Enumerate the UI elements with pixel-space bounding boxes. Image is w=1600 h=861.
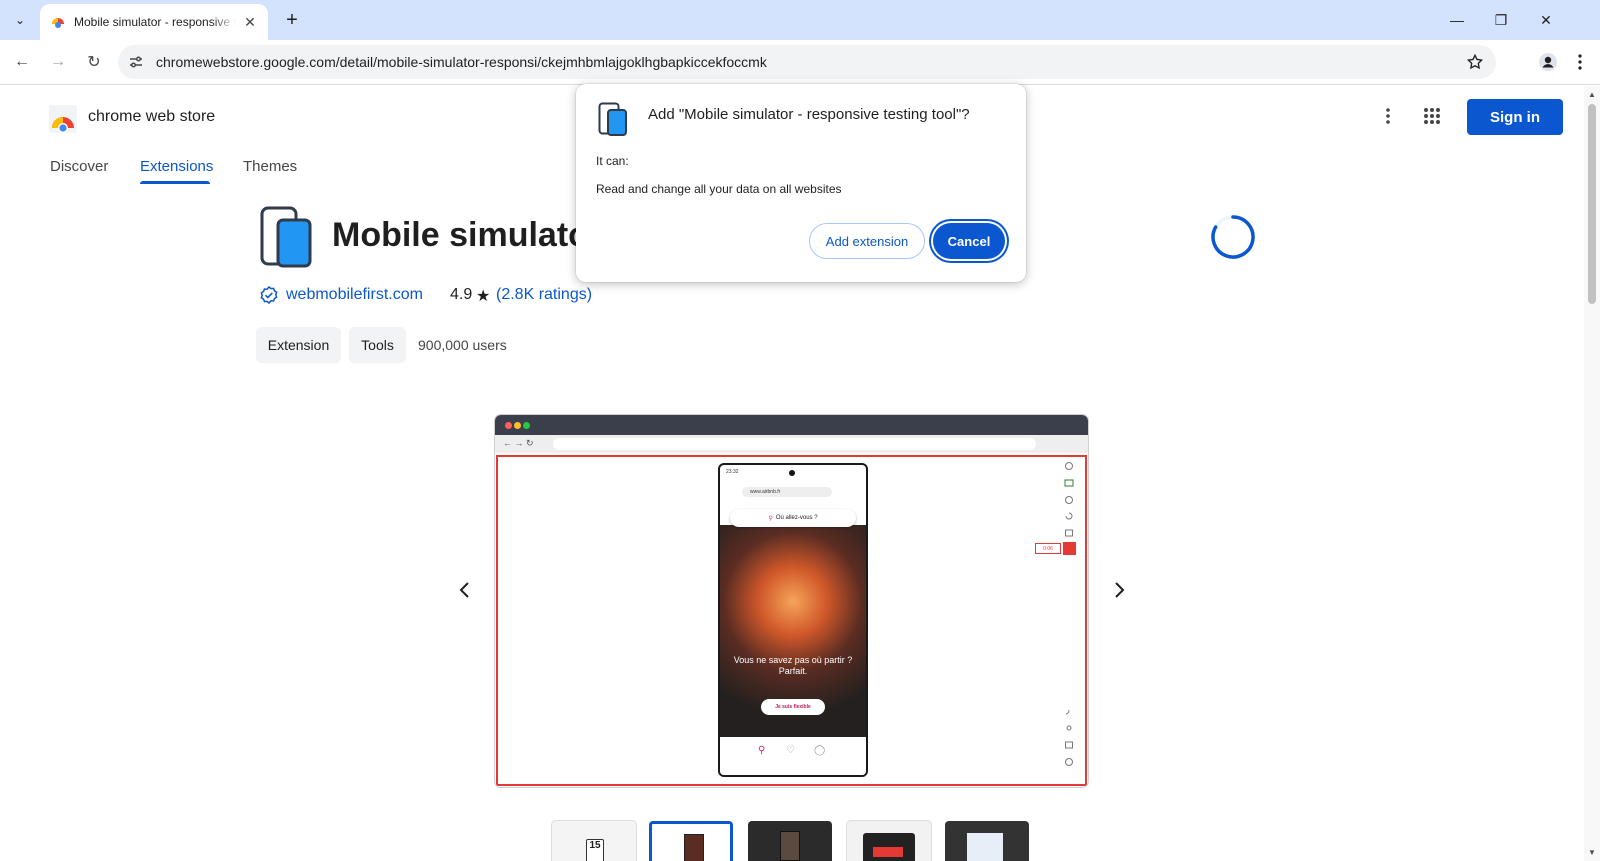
extension-logo-icon: [260, 206, 312, 268]
tab-title: Mobile simulator - responsive testing to…: [74, 15, 236, 29]
store-name[interactable]: chrome web store: [88, 108, 215, 126]
phone-mockup: 23:32 www.airbnb.fr ⚲ Où allez-vous ? Vo…: [718, 463, 868, 777]
chrome-web-store-logo-icon[interactable]: [48, 104, 78, 134]
tab-strip: ⌄ Mobile simulator - responsive testing …: [0, 0, 1600, 40]
phone-search-bar: ⚲ Où allez-vous ?: [730, 509, 856, 527]
publisher-link[interactable]: webmobilefirst.com: [286, 286, 423, 304]
thumbnail-2-phone: [684, 834, 704, 861]
phone-headline: Vous ne savez pas où partir ? Parfait.: [733, 655, 853, 676]
thumbnail-2[interactable]: [649, 821, 733, 861]
thumbnail-5-page: [967, 833, 1003, 861]
tab-search-chevron-icon[interactable]: ⌄: [8, 8, 32, 32]
phone-tabbar: ⚲ ♡ ◯: [720, 737, 866, 775]
url-text: chromewebstore.google.com/detail/mobile-…: [156, 54, 767, 70]
dialog-extension-icon: [598, 102, 627, 136]
tab-discover[interactable]: Discover: [50, 158, 108, 175]
phone-camera: [789, 470, 795, 476]
google-apps-grid-icon[interactable]: [1420, 104, 1444, 128]
thumbnail-4-car: [873, 847, 903, 857]
restore-icon[interactable]: ❐: [1478, 0, 1524, 40]
thumbnail-1-phone: 15: [586, 839, 604, 861]
close-dot: [505, 422, 512, 429]
bookmark-star-icon[interactable]: [1464, 51, 1486, 73]
profile-avatar-icon[interactable]: [1534, 48, 1562, 76]
phone-search-icon: ⚲: [768, 515, 773, 522]
minimize-icon[interactable]: —: [1434, 0, 1480, 40]
rating-value: 4.9: [450, 286, 473, 303]
site-info-tune-icon[interactable]: [122, 48, 150, 76]
screenshot-titlebar: [495, 415, 1088, 435]
phone-url: www.airbnb.fr: [742, 487, 832, 497]
tab-themes[interactable]: Themes: [243, 158, 297, 175]
chrome-menu-kebab-icon[interactable]: [1570, 48, 1590, 76]
dialog-it-can: It can:: [596, 154, 629, 168]
thumbnail-5[interactable]: [945, 821, 1029, 861]
screenshot-urlbar: [553, 438, 1036, 450]
phone-cta-button: Je suis flexible: [761, 699, 825, 715]
dialog-title: Add "Mobile simulator - responsive testi…: [648, 106, 970, 123]
address-bar[interactable]: chromewebstore.google.com/detail/mobile-…: [118, 45, 1496, 79]
phone-status-time: 23:32: [726, 469, 739, 475]
thumbnail-3[interactable]: [748, 821, 832, 861]
extension-title: Mobile simulato: [332, 216, 576, 254]
recording-timer: 0:06: [1035, 543, 1061, 554]
screenshot-nav-icons: ← → ↻: [503, 438, 534, 448]
window-close-icon[interactable]: ✕: [1523, 0, 1569, 40]
forward-arrow-icon[interactable]: →: [44, 48, 72, 76]
sign-in-button[interactable]: Sign in: [1467, 99, 1563, 135]
thumbnail-1[interactable]: 15: [552, 821, 636, 861]
phone-search-text: Où allez-vous ?: [775, 515, 818, 521]
tab-close-icon[interactable]: ✕: [242, 14, 258, 30]
chip-tools[interactable]: Tools: [349, 327, 406, 363]
back-arrow-icon[interactable]: ←: [8, 48, 36, 76]
carousel-prev-chevron-icon[interactable]: [452, 578, 476, 602]
extension-screenshot[interactable]: ← → ↻ 23:32 www.airbnb.fr ⚲ Où allez-vou…: [495, 415, 1088, 787]
reload-icon[interactable]: ↻: [80, 48, 108, 76]
add-extension-button[interactable]: Add extension: [809, 223, 925, 259]
phone-profile-icon: ◯: [814, 745, 826, 756]
more-options-icon[interactable]: [1376, 104, 1400, 128]
page-scrollbar[interactable]: ▲ ▼: [1584, 86, 1600, 861]
new-tab-plus-icon[interactable]: +: [280, 8, 304, 32]
minimize-dot: [514, 422, 521, 429]
chrome-web-store-icon: [52, 18, 64, 28]
loading-spinner-icon: [1211, 215, 1255, 259]
browser-toolbar: ← → ↻ chromewebstore.google.com/detail/m…: [0, 40, 1600, 85]
ratings-count-link[interactable]: (2.8K ratings): [496, 286, 592, 304]
browser-tab[interactable]: Mobile simulator - responsive testing to…: [40, 4, 268, 40]
carousel-next-chevron-icon[interactable]: [1108, 578, 1132, 602]
cancel-button[interactable]: Cancel: [933, 223, 1005, 259]
thumbnail-3-phone: [780, 831, 800, 861]
verified-badge-icon: [260, 286, 278, 304]
chip-extension[interactable]: Extension: [256, 327, 341, 363]
screenshot-side-toolbar-icons: [1064, 462, 1074, 766]
active-tab-indicator: [140, 181, 210, 184]
scroll-up-arrow-icon[interactable]: ▲: [1588, 90, 1596, 99]
thumbnail-4[interactable]: [847, 821, 931, 861]
user-count: 900,000 users: [418, 337, 507, 353]
phone-explore-icon: ⚲: [758, 745, 766, 756]
scroll-thumb[interactable]: [1588, 104, 1596, 304]
phone-heart-icon: ♡: [786, 745, 795, 756]
scroll-down-arrow-icon[interactable]: ▼: [1588, 848, 1596, 857]
add-extension-dialog: Add "Mobile simulator - responsive testi…: [576, 84, 1026, 282]
rating-star-icon: ★: [476, 288, 491, 305]
dialog-permission: Read and change all your data on all web…: [596, 182, 842, 196]
zoom-dot: [523, 422, 530, 429]
tab-extensions[interactable]: Extensions: [140, 158, 213, 175]
